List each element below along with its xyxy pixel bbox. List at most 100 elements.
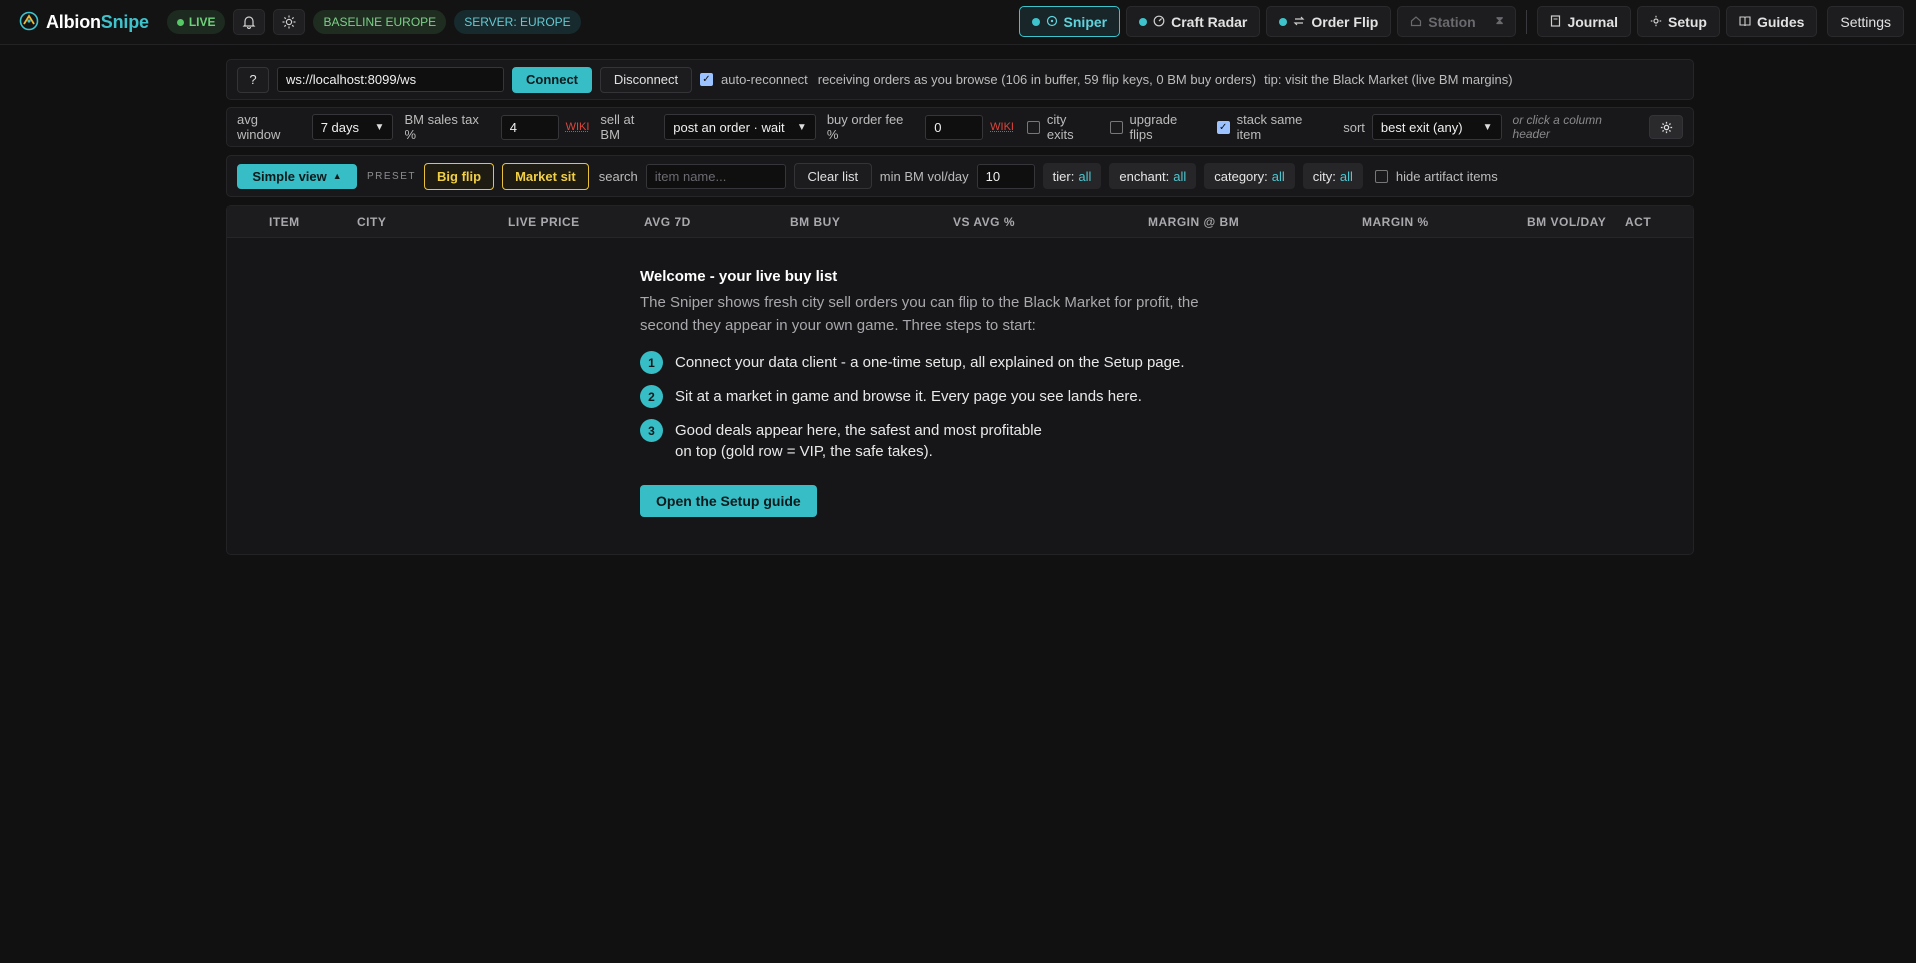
nav-divider xyxy=(1526,9,1528,34)
column-header-city[interactable]: CITY xyxy=(357,215,386,229)
gear-icon xyxy=(1660,121,1672,133)
welcome-step: 3 Good deals appear here, the safest and… xyxy=(640,419,1240,462)
welcome-step: 1 Connect your data client - a one-time … xyxy=(640,351,1240,374)
min-vol-label: min BM vol/day xyxy=(879,168,969,184)
city-exits-label: city exits xyxy=(1046,112,1074,142)
search-input[interactable]: item name... xyxy=(645,163,786,189)
category-filter-chip[interactable]: category: all xyxy=(1204,163,1295,189)
home-icon xyxy=(1410,14,1422,30)
upgrade-flips-checkbox[interactable] xyxy=(1109,120,1123,134)
connection-status-text: receiving orders as you browse (106 in b… xyxy=(817,72,1257,87)
table-settings-button[interactable] xyxy=(1649,115,1683,139)
bm-tax-label: BM sales tax % xyxy=(404,112,479,142)
top-bar: AlbionSnipe LIVE BASELINE EUROPE SERVER:… xyxy=(0,0,1916,45)
server-badge[interactable]: SERVER: EUROPE xyxy=(454,10,581,34)
nav-guides[interactable]: Guides xyxy=(1725,6,1818,37)
buy-fee-wiki-link[interactable]: WIKI xyxy=(990,121,1014,133)
nav-craft-radar[interactable]: Craft Radar xyxy=(1126,6,1261,37)
connect-button[interactable]: Connect xyxy=(512,66,592,93)
avg-window-select[interactable]: 7 days ▼ xyxy=(311,114,394,140)
step-text: Good deals appear here, the safest and m… xyxy=(675,422,1042,460)
upgrade-flips-label: upgrade flips xyxy=(1129,112,1178,142)
auto-reconnect-checkbox[interactable]: ✓ xyxy=(700,73,713,86)
bm-tax-input[interactable]: 4 xyxy=(500,114,559,140)
buy-fee-input[interactable]: 0 xyxy=(925,114,984,140)
welcome-title: Welcome - your live buy list xyxy=(640,268,838,285)
column-header-item[interactable]: ITEM xyxy=(269,215,300,229)
journal-icon xyxy=(1550,14,1561,30)
tip-text: tip: visit the Black Market (live BM mar… xyxy=(1264,72,1513,87)
settings-panel: avg window 7 days ▼ BM sales tax % 4 WIKI… xyxy=(226,107,1694,147)
nav-journal[interactable]: Journal xyxy=(1537,6,1632,37)
theme-toggle-button[interactable] xyxy=(273,9,306,35)
swap-icon xyxy=(1293,14,1305,30)
logo-icon xyxy=(18,10,40,35)
bm-tax-wiki-link[interactable]: WIKI xyxy=(566,121,590,133)
nav-settings[interactable]: Settings xyxy=(1827,6,1904,37)
sell-at-bm-label: sell at BM xyxy=(600,112,635,142)
tier-filter-chip[interactable]: tier: all xyxy=(1042,163,1102,189)
column-header-vs-avg[interactable]: VS AVG % xyxy=(953,215,1015,229)
step-number-badge: 3 xyxy=(640,419,663,442)
column-header-avg-7d[interactable]: AVG 7D xyxy=(644,215,691,229)
status-dot-icon xyxy=(1031,17,1040,26)
city-exits-checkbox[interactable] xyxy=(1026,120,1040,134)
notifications-button[interactable] xyxy=(233,9,266,35)
sort-select[interactable]: best exit (any) ▼ xyxy=(1371,114,1502,140)
nav-sniper[interactable]: Sniper xyxy=(1018,6,1121,37)
help-button[interactable]: ? xyxy=(237,66,269,93)
column-header-live-price[interactable]: LIVE PRICE xyxy=(508,215,580,229)
step-text: Sit at a market in game and browse it. E… xyxy=(675,388,1142,405)
step-number-badge: 1 xyxy=(640,351,663,374)
min-vol-input[interactable]: 10 xyxy=(976,163,1035,189)
baseline-badge[interactable]: BASELINE EUROPE xyxy=(313,10,447,34)
hide-artifact-label: hide artifact items xyxy=(1395,168,1498,184)
column-header-bm-vol[interactable]: BM VOL/DAY xyxy=(1527,215,1606,229)
column-sort-hint: or click a column header xyxy=(1512,113,1602,141)
buy-fee-label: buy order fee % xyxy=(826,112,904,142)
gauge-icon xyxy=(1153,14,1165,30)
table-header: ITEM CITY LIVE PRICE AVG 7D BM BUY VS AV… xyxy=(227,206,1693,238)
welcome-steps: 1 Connect your data client - a one-time … xyxy=(640,351,1240,462)
stack-same-label: stack same item xyxy=(1236,112,1303,142)
avg-window-label: avg window xyxy=(237,112,281,142)
welcome-intro: The Sniper shows fresh city sell orders … xyxy=(640,294,1199,334)
clear-list-button[interactable]: Clear list xyxy=(793,163,872,189)
enchant-filter-chip[interactable]: enchant: all xyxy=(1109,163,1197,189)
column-header-bm-buy[interactable]: BM BUY xyxy=(790,215,840,229)
live-badge: LIVE xyxy=(166,10,226,34)
hide-artifact-checkbox[interactable] xyxy=(1374,169,1388,183)
preset-market-sit-button[interactable]: Market sit xyxy=(502,162,589,190)
disconnect-button[interactable]: Disconnect xyxy=(600,66,692,93)
stack-same-checkbox[interactable]: ✓ xyxy=(1216,120,1230,134)
preset-big-flip-button[interactable]: Big flip xyxy=(424,162,495,190)
filter-panel: Simple view ▲ PRESET Big flip Market sit … xyxy=(226,155,1694,197)
ws-url-input[interactable]: ws://localhost:8099/ws xyxy=(277,67,504,92)
chevron-down-icon: ▼ xyxy=(796,121,807,133)
sell-at-bm-select[interactable]: post an order · wait ▼ xyxy=(664,114,816,140)
crosshair-icon xyxy=(1046,14,1058,30)
status-dot-icon xyxy=(1279,17,1288,26)
hourglass-icon: ⧗ xyxy=(1495,15,1504,27)
chevron-down-icon: ▼ xyxy=(374,121,385,133)
caret-up-icon: ▲ xyxy=(332,171,342,181)
column-header-act[interactable]: ACT xyxy=(1625,215,1651,229)
nav-order-flip[interactable]: Order Flip xyxy=(1266,6,1392,37)
column-header-margin-bm[interactable]: MARGIN @ BM xyxy=(1148,215,1239,229)
preset-label: PRESET xyxy=(367,170,417,182)
simple-view-toggle[interactable]: Simple view ▲ xyxy=(237,163,357,189)
main-nav: Sniper Craft Radar Order Flip Station ⧗ J… xyxy=(1018,6,1904,37)
city-filter-chip[interactable]: city: all xyxy=(1302,163,1363,189)
sun-icon xyxy=(282,15,296,29)
nav-setup[interactable]: Setup xyxy=(1637,6,1720,37)
column-header-margin-pct[interactable]: MARGIN % xyxy=(1362,215,1429,229)
welcome-panel: Welcome - your live buy list The Sniper … xyxy=(640,268,1240,517)
open-setup-guide-button[interactable]: Open the Setup guide xyxy=(640,485,817,517)
auto-reconnect-label: auto-reconnect xyxy=(721,72,808,87)
chevron-down-icon: ▼ xyxy=(1482,121,1493,133)
app-logo[interactable]: AlbionSnipe xyxy=(18,10,149,35)
book-icon xyxy=(1739,14,1751,30)
nav-station[interactable]: Station ⧗ xyxy=(1397,6,1517,37)
step-text: Connect your data client - a one-time se… xyxy=(675,354,1185,371)
step-number-badge: 2 xyxy=(640,385,663,408)
